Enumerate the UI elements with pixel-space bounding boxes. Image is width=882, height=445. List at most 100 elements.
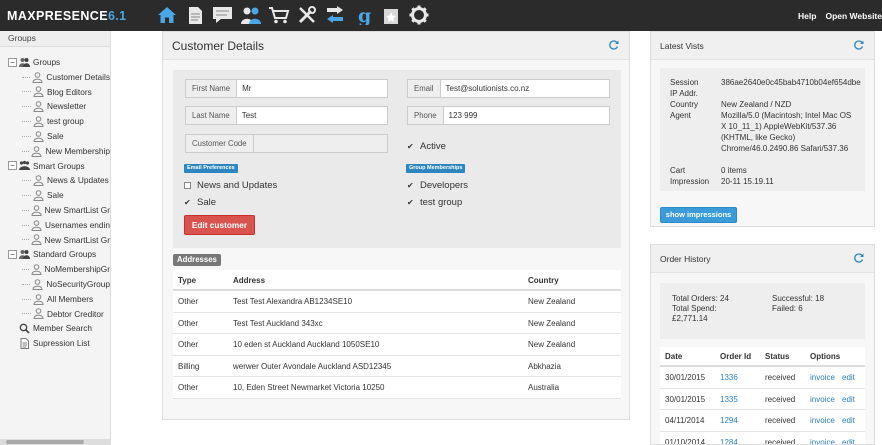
- check-mark-icon[interactable]: ✔: [407, 182, 414, 190]
- refresh-icon[interactable]: [609, 40, 619, 50]
- sidebar-item-smart-groups[interactable]: − Smart Groups: [0, 159, 110, 174]
- home-icon[interactable]: [155, 4, 178, 26]
- sidebar-item-label: NoSecurityGroup: [46, 278, 110, 289]
- transfer-icon[interactable]: [323, 4, 346, 26]
- group-test-group-checkbox[interactable]: ✔ test group: [407, 197, 462, 208]
- sidebar-item-news-updates[interactable]: News & Updates: [0, 173, 110, 188]
- table-row[interactable]: Other 10, Eden Street Newmarket Victoria …: [173, 377, 621, 399]
- active-checkbox[interactable]: ✔ Active: [407, 141, 446, 152]
- sidebar-item-groups[interactable]: − Groups: [0, 55, 110, 70]
- sidebar-item-new-smartlist-gr[interactable]: New SmartList Gr: [0, 233, 110, 248]
- refresh-icon[interactable]: [854, 40, 864, 50]
- addresses-badge: Addresses: [173, 254, 221, 266]
- gear-icon[interactable]: [407, 4, 430, 26]
- tree-line: [22, 91, 31, 93]
- total-orders: Total Orders: 24: [672, 294, 729, 303]
- order-id-link[interactable]: 1335: [720, 389, 738, 410]
- table-cell: Billing: [178, 361, 200, 371]
- check-mark-icon[interactable]: ✔: [184, 199, 191, 207]
- order-id-link[interactable]: 1294: [720, 410, 738, 431]
- app-logo[interactable]: MAXPRESENCE6.1: [7, 9, 127, 23]
- sidebar-item-newsletter[interactable]: Newsletter: [0, 99, 110, 114]
- table-cell: Australia: [528, 383, 560, 393]
- addresses-table-header: Type Address Country: [173, 270, 621, 291]
- sidebar-item-member-search[interactable]: Member Search: [0, 321, 110, 336]
- edit-order-link[interactable]: edit: [842, 432, 855, 445]
- collapse-toggle-icon[interactable]: −: [8, 250, 17, 260]
- search-icon: [19, 323, 30, 334]
- visit-info-box: Session 386ae2640e0c45bab4710b04ef654dbe …: [660, 68, 865, 191]
- invoice-link[interactable]: invoice: [810, 367, 835, 388]
- invoice-link[interactable]: invoice: [810, 389, 835, 410]
- sidebar-item-test-group[interactable]: test group: [0, 114, 110, 129]
- phone-field[interactable]: Phone 123 999: [407, 106, 610, 125]
- edit-customer-button[interactable]: Edit customer: [184, 215, 255, 235]
- first-name-field[interactable]: First Name Mr: [185, 79, 388, 98]
- collapse-toggle-icon[interactable]: −: [8, 161, 17, 171]
- user-icon: [33, 175, 44, 187]
- table-row[interactable]: Other 10 eden st Auckland Auckland 1050SE…: [173, 334, 621, 356]
- table-cell: Other: [178, 318, 199, 328]
- table-row[interactable]: Other Test Test Alexandra AB1234SE10 New Z…: [173, 291, 621, 313]
- edit-order-link[interactable]: edit: [842, 410, 855, 431]
- google-icon[interactable]: g: [351, 4, 374, 26]
- order-status: received: [765, 373, 796, 382]
- cart-icon[interactable]: [267, 4, 290, 26]
- sidebar-item-standard-groups[interactable]: − Standard Groups: [0, 247, 110, 262]
- phone-value[interactable]: 123 999: [444, 107, 609, 124]
- invoice-link[interactable]: invoice: [810, 410, 835, 431]
- refresh-icon[interactable]: [854, 253, 864, 263]
- total-spend-label: Total Spend:: [672, 304, 717, 313]
- sidebar-item-all-members[interactable]: All Members: [0, 292, 110, 307]
- group-developers-checkbox[interactable]: ✔ Developers: [407, 180, 468, 191]
- last-name-value[interactable]: Test: [237, 107, 387, 124]
- sidebar-item-usernames-endin[interactable]: Usernames endin: [0, 218, 110, 233]
- last-name-field[interactable]: Last Name Test: [185, 106, 388, 125]
- table-cell: Other: [178, 297, 199, 306]
- sidebar-horizontal-scrollbar[interactable]: [0, 439, 110, 445]
- tools-icon[interactable]: [295, 4, 318, 26]
- sidebar-item-nosecuritygroup[interactable]: NoSecurityGroup: [0, 277, 110, 292]
- email-value[interactable]: Test@solutionists.co.nz: [441, 80, 610, 97]
- open-website-link[interactable]: Open Website: [825, 11, 882, 21]
- email-pref-news-checkbox[interactable]: News and Updates: [184, 180, 277, 191]
- sidebar-item-label: Usernames endin: [44, 219, 110, 230]
- sidebar-item-new-smartlist-gr[interactable]: New SmartList Gr: [0, 203, 110, 218]
- email-pref-sale-checkbox[interactable]: ✔ Sale: [184, 197, 216, 208]
- unchecked-box-icon[interactable]: [184, 182, 191, 189]
- active-check-mark[interactable]: ✔: [407, 143, 414, 151]
- sidebar-item-customer-details[interactable]: Customer Details: [0, 70, 110, 85]
- tree-line: [22, 209, 29, 211]
- edit-order-link[interactable]: edit: [842, 389, 855, 410]
- top-navigation-bar: MAXPRESENCE6.1 g Help Open Website: [0, 0, 882, 31]
- sidebar-item-nomembershipgr[interactable]: NoMembershipGr: [0, 262, 110, 277]
- help-link[interactable]: Help: [798, 11, 816, 21]
- users-icon[interactable]: [239, 4, 262, 26]
- check-mark-icon[interactable]: ✔: [407, 199, 414, 207]
- sidebar-item-debtor-creditor[interactable]: Debtor Creditor: [0, 307, 110, 322]
- page-icon[interactable]: [183, 4, 206, 26]
- edit-order-link[interactable]: edit: [842, 367, 855, 388]
- email-field[interactable]: Email Test@solutionists.co.nz: [407, 79, 610, 98]
- sidebar-item-supression-list[interactable]: Supression List: [0, 336, 110, 351]
- table-row[interactable]: Billing werwer Outer Avondale Auckland AS…: [173, 356, 621, 378]
- invoice-link[interactable]: invoice: [810, 432, 835, 445]
- sidebar-item-blog-editors[interactable]: Blog Editors: [0, 85, 110, 100]
- order-status: received: [765, 437, 796, 445]
- table-row[interactable]: Other Test Test Auckland 343xc New Zealand: [173, 313, 621, 335]
- chat-icon[interactable]: [211, 4, 234, 26]
- sidebar-item-label: Debtor Creditor: [47, 308, 104, 319]
- sidebar-item-sale[interactable]: Sale: [0, 129, 110, 144]
- order-id-link[interactable]: 1284: [720, 432, 738, 445]
- badge-icon[interactable]: [379, 4, 402, 26]
- sidebar-item-label: Customer Details: [46, 71, 110, 82]
- sidebar-item-new-membership[interactable]: New Membership: [0, 144, 110, 159]
- first-name-value[interactable]: Mr: [237, 80, 387, 97]
- user-icon: [33, 190, 44, 202]
- show-impressions-button[interactable]: show impressions: [660, 207, 737, 223]
- order-id-link[interactable]: 1336: [720, 367, 738, 388]
- sidebar-item-sale[interactable]: Sale: [0, 188, 110, 203]
- tree-line: [22, 150, 30, 152]
- sidebar-item-label: Member Search: [33, 323, 93, 334]
- collapse-toggle-icon[interactable]: −: [8, 57, 17, 67]
